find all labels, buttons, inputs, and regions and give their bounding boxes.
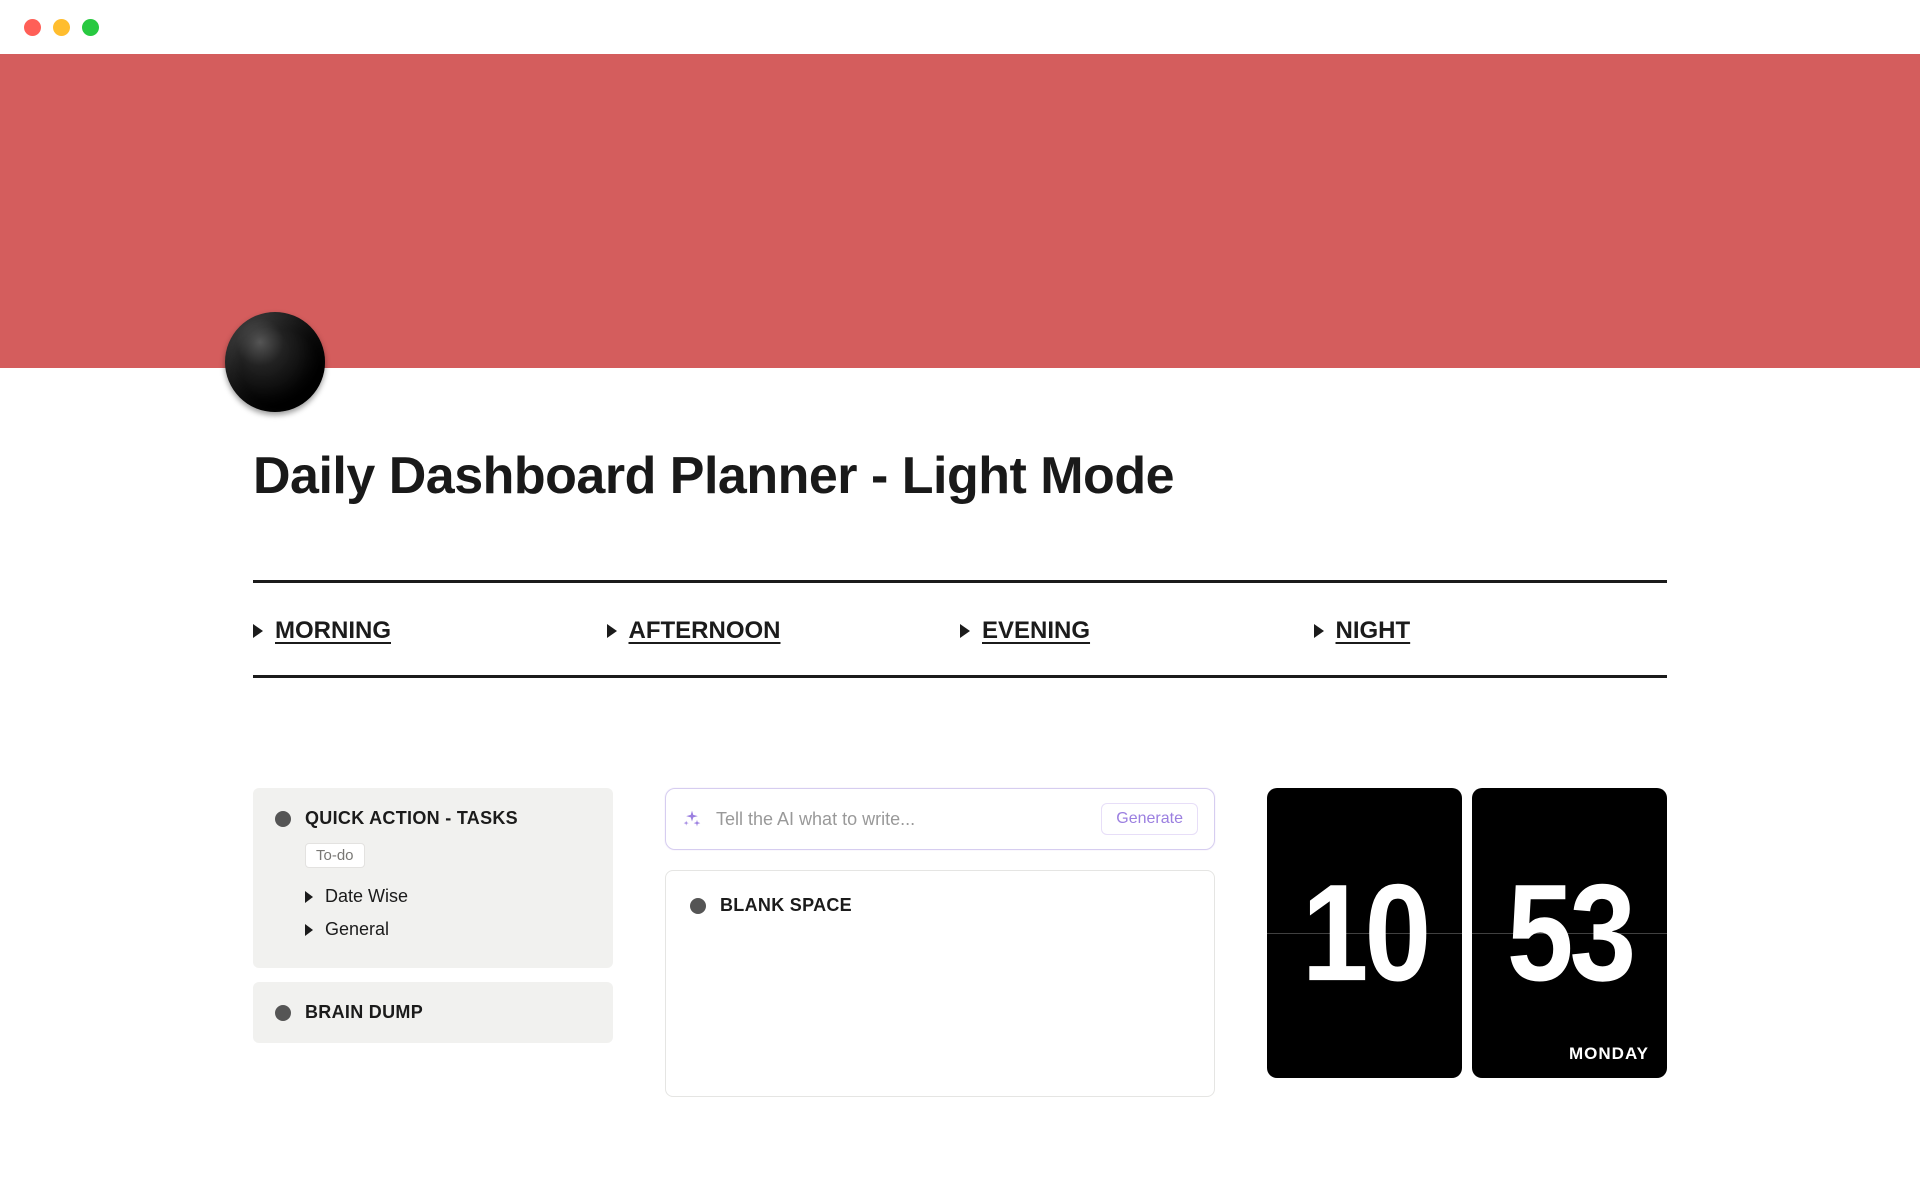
main-columns: QUICK ACTION - TASKS To-do Date Wise Gen… — [155, 678, 1765, 1097]
toggle-right-icon — [1314, 624, 1324, 638]
black-circle-icon — [225, 312, 325, 412]
bullet-icon — [690, 898, 706, 914]
card-title: BLANK SPACE — [720, 895, 852, 916]
toggle-right-icon — [253, 624, 263, 638]
card-header: BRAIN DUMP — [275, 1002, 591, 1023]
toggle-right-icon — [960, 624, 970, 638]
flip-clock: 10 53 MONDAY — [1267, 788, 1667, 1078]
section-afternoon[interactable]: AFTERNOON — [607, 617, 961, 645]
sparkle-icon — [682, 809, 702, 829]
left-sidebar: QUICK ACTION - TASKS To-do Date Wise Gen… — [253, 788, 613, 1043]
list-item-label: Date Wise — [325, 886, 408, 907]
toggle-right-icon — [305, 891, 313, 903]
section-evening[interactable]: EVENING — [960, 617, 1314, 645]
section-label: AFTERNOON — [629, 617, 781, 645]
clock-widget: 10 53 MONDAY — [1267, 788, 1667, 1078]
close-icon[interactable] — [24, 19, 41, 36]
todo-filter-chip[interactable]: To-do — [305, 843, 365, 868]
maximize-icon[interactable] — [82, 19, 99, 36]
page-content: Daily Dashboard Planner - Light Mode MOR… — [125, 368, 1795, 1097]
page-title[interactable]: Daily Dashboard Planner - Light Mode — [155, 368, 1765, 506]
brain-dump-card[interactable]: BRAIN DUMP — [253, 982, 613, 1043]
card-title: BRAIN DUMP — [305, 1002, 423, 1023]
section-morning[interactable]: MORNING — [253, 617, 607, 645]
page-icon[interactable] — [225, 312, 325, 412]
list-item-label: General — [325, 919, 389, 940]
section-label: MORNING — [275, 617, 391, 645]
toggle-right-icon — [305, 924, 313, 936]
time-sections-row: MORNING AFTERNOON EVENING NIGHT — [155, 583, 1765, 645]
card-body: To-do Date Wise General — [275, 829, 591, 946]
list-item-general[interactable]: General — [305, 913, 591, 946]
clock-hours: 10 — [1302, 854, 1427, 1013]
clock-minutes-panel: 53 MONDAY — [1472, 788, 1667, 1078]
section-label: NIGHT — [1336, 617, 1411, 645]
window-titlebar — [0, 0, 1920, 54]
card-header: QUICK ACTION - TASKS — [275, 808, 591, 829]
ai-prompt-bar[interactable]: Tell the AI what to write... Generate — [665, 788, 1215, 850]
list-item-date-wise[interactable]: Date Wise — [305, 880, 591, 913]
minimize-icon[interactable] — [53, 19, 70, 36]
card-header: BLANK SPACE — [690, 895, 1190, 916]
section-night[interactable]: NIGHT — [1314, 617, 1668, 645]
generate-button[interactable]: Generate — [1101, 803, 1198, 835]
clock-hours-panel: 10 — [1267, 788, 1462, 1078]
card-title: QUICK ACTION - TASKS — [305, 808, 518, 829]
ai-placeholder-text[interactable]: Tell the AI what to write... — [716, 809, 1087, 830]
blank-space-card[interactable]: BLANK SPACE — [665, 870, 1215, 1097]
clock-day: MONDAY — [1569, 1044, 1649, 1064]
bullet-icon — [275, 1005, 291, 1021]
quick-action-card[interactable]: QUICK ACTION - TASKS To-do Date Wise Gen… — [253, 788, 613, 968]
bullet-icon — [275, 811, 291, 827]
middle-column: Tell the AI what to write... Generate BL… — [665, 788, 1215, 1097]
toggle-right-icon — [607, 624, 617, 638]
clock-minutes: 53 — [1507, 854, 1632, 1013]
section-label: EVENING — [982, 617, 1090, 645]
